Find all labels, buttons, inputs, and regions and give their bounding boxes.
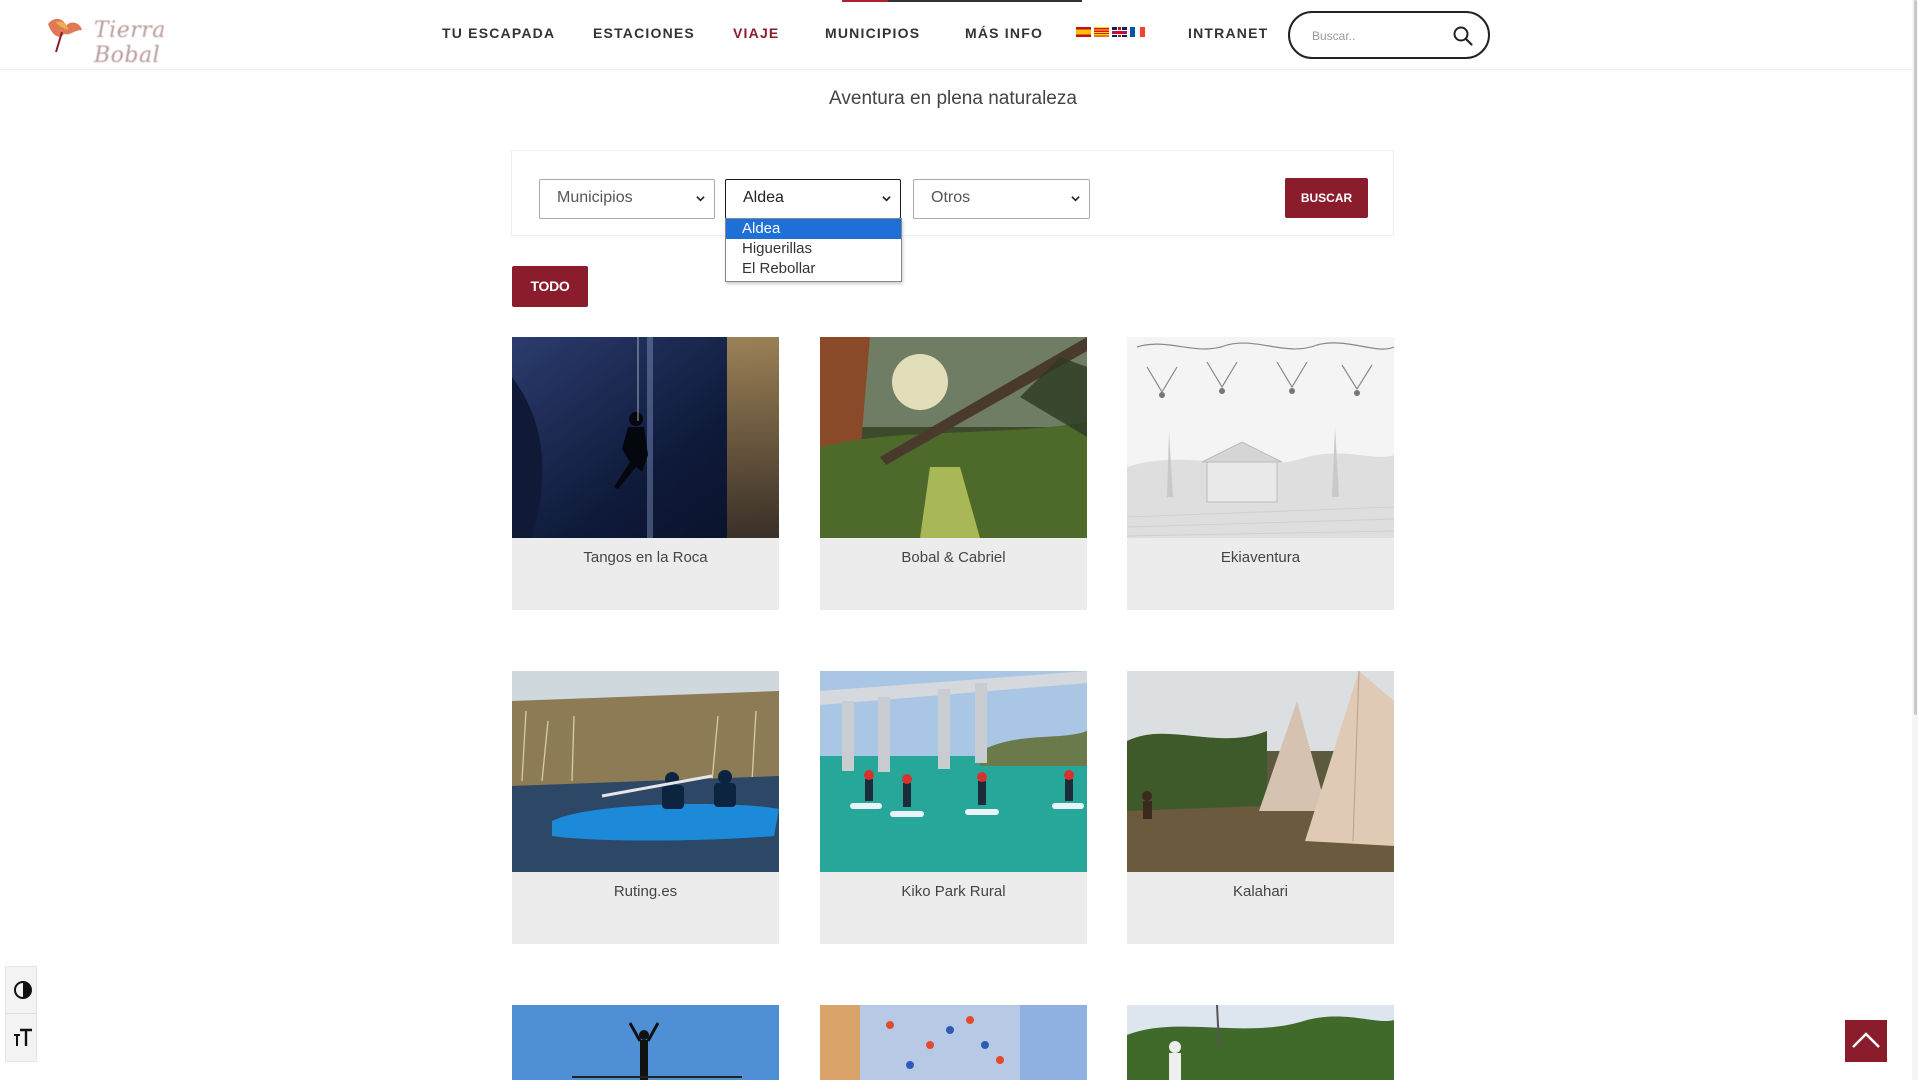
card-image — [820, 1005, 1087, 1080]
page-scrollbar[interactable] — [1912, 0, 1918, 1080]
nav-viaje[interactable]: VIAJE — [733, 25, 779, 41]
aldea-option-higuerillas[interactable]: Higuerillas — [726, 239, 901, 259]
language-switcher — [1076, 27, 1145, 37]
nav-mas-info[interactable]: MÁS INFO — [965, 25, 1043, 41]
aldea-select[interactable]: Aldea — [725, 179, 901, 219]
nav-tu-escapada[interactable]: TU ESCAPADA — [442, 25, 555, 41]
aldea-dropdown-list: Aldea Higuerillas El Rebollar — [725, 218, 902, 282]
todo-filter-button[interactable]: TODO — [512, 266, 588, 307]
logo-leaf-icon — [48, 18, 82, 53]
scrollbar-thumb[interactable] — [1914, 0, 1917, 715]
card-title: Kiko Park Rural — [901, 883, 1006, 900]
otros-select[interactable]: Otros — [913, 179, 1090, 219]
card-image — [1127, 671, 1394, 872]
nav-estaciones[interactable]: ESTACIONES — [593, 25, 695, 41]
font-size-button[interactable] — [6, 1015, 36, 1062]
activity-card-row3-2[interactable] — [820, 1005, 1087, 1080]
page-subtitle: Aventura en plena naturaleza — [829, 88, 1077, 109]
card-title: Kalahari — [1232, 883, 1289, 900]
card-image — [820, 337, 1087, 538]
contrast-icon — [14, 981, 32, 999]
card-image — [512, 671, 779, 872]
chevron-down-icon — [882, 196, 891, 202]
flag-es-icon[interactable] — [1076, 27, 1091, 37]
chevron-down-icon — [1071, 196, 1080, 202]
nav-municipios[interactable]: MUNICIPIOS — [825, 25, 920, 41]
activity-card-tangos-en-la-roca[interactable]: Tangos en la Roca — [512, 337, 779, 610]
font-size-icon — [14, 1028, 32, 1046]
search-box — [1288, 11, 1490, 59]
aldea-option-el-rebollar[interactable]: El Rebollar — [726, 259, 901, 279]
contrast-toggle-button[interactable] — [6, 967, 36, 1014]
site-header: Tierra Bobal TU ESCAPADA ESTACIONES VIAJ… — [0, 0, 1912, 70]
activity-card-ruting[interactable]: Ruting.es — [512, 671, 779, 944]
search-icon[interactable] — [1452, 25, 1474, 47]
card-image — [820, 671, 1087, 872]
search-input[interactable] — [1312, 26, 1452, 46]
card-image — [512, 1005, 779, 1080]
card-image — [1127, 1005, 1394, 1080]
card-title: Ekiaventura — [1220, 549, 1301, 566]
site-logo[interactable]: Tierra Bobal — [42, 10, 227, 68]
activity-card-bobal-cabriel[interactable]: Bobal & Cabriel — [820, 337, 1087, 610]
municipios-select[interactable]: Municipios — [539, 179, 715, 219]
card-title: Bobal & Cabriel — [901, 549, 1006, 566]
aldea-select-value: Aldea — [743, 189, 784, 206]
chevron-up-icon — [1852, 1032, 1880, 1048]
activity-card-row3-3[interactable] — [1127, 1005, 1394, 1080]
activity-card-kiko-park-rural[interactable]: Kiko Park Rural — [820, 671, 1087, 944]
card-image — [1127, 337, 1394, 538]
activity-card-kalahari[interactable]: Kalahari — [1127, 671, 1394, 944]
municipios-select-value: Municipios — [557, 189, 633, 206]
logo-text: Tierra Bobal — [94, 18, 166, 68]
nav-active-indicator — [842, 0, 1082, 2]
card-image — [512, 337, 779, 538]
back-to-top-button[interactable] — [1845, 1020, 1887, 1062]
flag-fr-icon[interactable] — [1130, 27, 1145, 37]
buscar-button[interactable]: BUSCAR — [1285, 178, 1368, 218]
chevron-down-icon — [696, 196, 705, 202]
card-title: Ruting.es — [613, 883, 678, 900]
otros-select-value: Otros — [931, 189, 971, 206]
flag-ca-icon[interactable] — [1094, 27, 1109, 37]
filter-panel: Municipios Aldea Otros BUSCAR — [511, 150, 1394, 236]
aldea-option-aldea[interactable]: Aldea — [726, 219, 901, 239]
activity-card-row3-1[interactable] — [512, 1005, 779, 1080]
activity-card-ekiaventura[interactable]: Ekiaventura — [1127, 337, 1394, 610]
accessibility-toolbar — [5, 966, 37, 1062]
flag-en-icon[interactable] — [1112, 27, 1127, 37]
card-title: Tangos en la Roca — [583, 549, 708, 566]
nav-intranet[interactable]: INTRANET — [1188, 25, 1268, 41]
